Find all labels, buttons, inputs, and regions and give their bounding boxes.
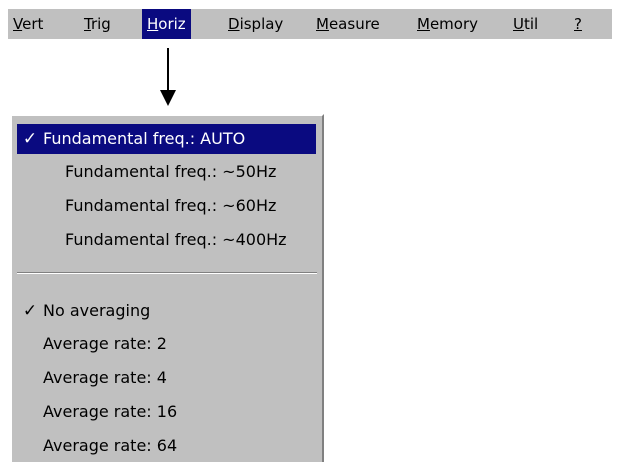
horiz-dropdown-menu: ✓ Fundamental freq.: AUTO Fundamental fr…: [10, 114, 324, 462]
option-label: Average rate: 16: [43, 402, 178, 421]
screen: Vert Trig Horiz Display Measure Memory U…: [0, 0, 633, 462]
menu-trig-mnemonic: T: [84, 15, 91, 33]
menu-option-average-4[interactable]: Average rate: 4: [17, 363, 316, 393]
option-label: No averaging: [43, 301, 151, 320]
option-label: Fundamental freq.: ~50Hz: [65, 162, 277, 181]
menu-option-average-2[interactable]: Average rate: 2: [17, 329, 316, 359]
menu-vert[interactable]: Vert: [8, 9, 48, 39]
menu-util[interactable]: Util: [508, 9, 543, 39]
menu-horiz-label: oriz: [158, 15, 186, 33]
menu-measure-mnemonic: M: [316, 15, 329, 33]
menu-vert-label: ert: [22, 15, 44, 33]
menu-memory-label: emory: [429, 15, 479, 33]
menu-util-mnemonic: U: [513, 15, 524, 33]
menu-option-no-averaging[interactable]: ✓ No averaging: [17, 296, 316, 326]
menu-memory[interactable]: Memory: [412, 9, 483, 39]
option-label: Average rate: 64: [43, 436, 178, 455]
option-label: Fundamental freq.: ~60Hz: [65, 196, 277, 215]
menu-memory-mnemonic: M: [417, 15, 430, 33]
menu-display[interactable]: Display: [223, 9, 288, 39]
option-label: Fundamental freq.: ~400Hz: [65, 230, 287, 249]
menu-bar: Vert Trig Horiz Display Measure Memory U…: [8, 9, 612, 39]
menu-option-fundamental-auto[interactable]: ✓ Fundamental freq.: AUTO: [17, 124, 316, 154]
option-label: Fundamental freq.: AUTO: [43, 129, 246, 148]
menu-option-average-16[interactable]: Average rate: 16: [17, 397, 316, 427]
menu-display-mnemonic: D: [228, 15, 240, 33]
checkmark-icon: ✓: [22, 129, 38, 149]
menu-trig[interactable]: Trig: [79, 9, 116, 39]
menu-vert-mnemonic: V: [13, 15, 23, 33]
menu-display-label: isplay: [239, 15, 284, 33]
menu-option-fundamental-50hz[interactable]: Fundamental freq.: ~50Hz: [17, 157, 316, 187]
checkmark-icon: ✓: [22, 301, 38, 321]
option-label: Average rate: 4: [43, 368, 167, 387]
menu-separator: [17, 272, 317, 274]
menu-option-fundamental-400hz[interactable]: Fundamental freq.: ~400Hz: [17, 225, 316, 255]
menu-measure[interactable]: Measure: [311, 9, 385, 39]
option-label: Average rate: 2: [43, 334, 167, 353]
menu-help[interactable]: ?: [569, 9, 587, 39]
menu-horiz-mnemonic: H: [147, 15, 159, 33]
menu-help-mnemonic: ?: [574, 15, 582, 33]
down-arrow-icon: [160, 48, 176, 106]
menu-util-label: til: [523, 15, 539, 33]
menu-option-average-64[interactable]: Average rate: 64: [17, 431, 316, 461]
menu-horiz[interactable]: Horiz: [142, 9, 191, 39]
menu-measure-label: easure: [328, 15, 380, 33]
menu-option-fundamental-60hz[interactable]: Fundamental freq.: ~60Hz: [17, 191, 316, 221]
menu-trig-label: rig: [90, 15, 111, 33]
